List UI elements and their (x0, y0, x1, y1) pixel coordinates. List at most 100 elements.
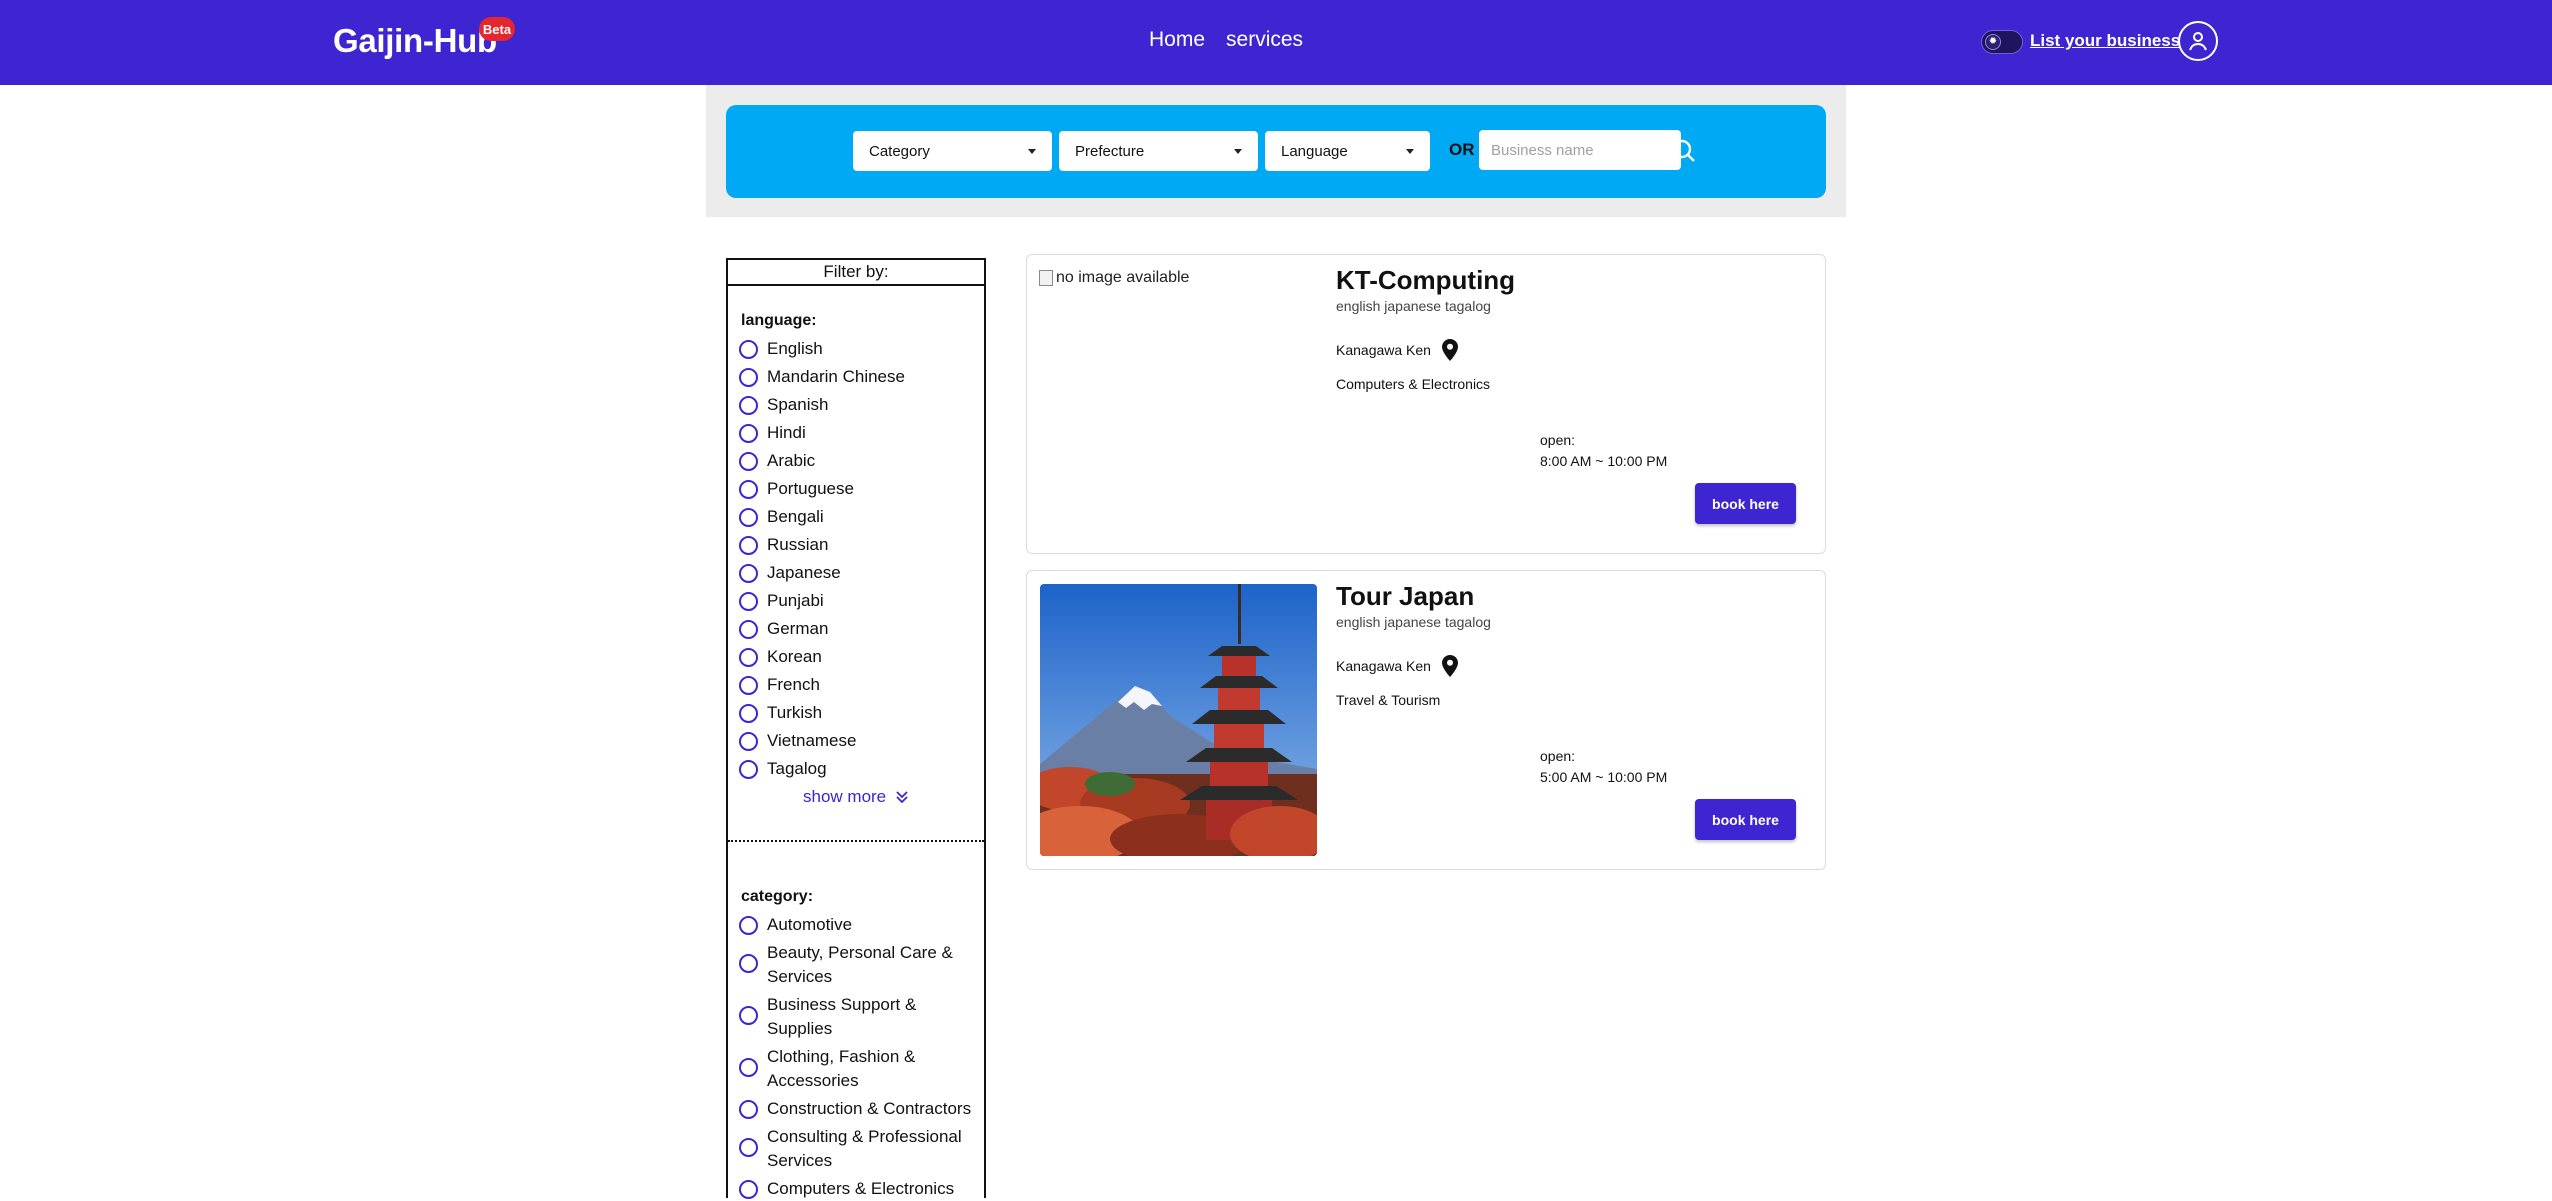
open-label: open: (1540, 748, 1576, 764)
business-card[interactable]: Tour Japan english japanese tagalog Kana… (1026, 570, 1826, 870)
chevron-down-icon (1234, 149, 1242, 154)
business-category: Travel & Tourism (1336, 692, 1441, 708)
beta-badge: Beta (479, 17, 515, 41)
option-label: Arabic (767, 451, 816, 470)
location-text: Kanagawa Ken (1336, 342, 1431, 358)
language-option-vietnamese[interactable]: Vietnamese (739, 729, 975, 753)
business-category: Computers & Electronics (1336, 376, 1491, 392)
checkbox[interactable] (739, 1006, 758, 1025)
category-option-beauty[interactable]: Beauty, Personal Care & Services (739, 941, 975, 989)
checkbox[interactable] (739, 424, 758, 443)
checkbox[interactable] (739, 676, 758, 695)
checkbox[interactable] (739, 1138, 758, 1157)
language-option-german[interactable]: German (739, 617, 975, 641)
search-icon[interactable] (1671, 138, 1697, 164)
option-label: English (767, 339, 823, 358)
checkbox[interactable] (739, 916, 758, 935)
option-label: Computers & Electronics (767, 1179, 955, 1198)
checkbox[interactable] (739, 592, 758, 611)
language-option-russian[interactable]: Russian (739, 533, 975, 557)
language-option-french[interactable]: French (739, 673, 975, 697)
nav-links: Home services (1149, 28, 1303, 52)
broken-image-icon (1039, 270, 1053, 286)
category-option-construction[interactable]: Construction & Contractors (739, 1097, 975, 1121)
language-option-mandarin[interactable]: Mandarin Chinese (739, 365, 975, 389)
option-label: Bengali (767, 507, 824, 526)
checkbox[interactable] (739, 396, 758, 415)
nav-link-services[interactable]: services (1226, 28, 1303, 52)
checkbox[interactable] (739, 508, 758, 527)
prefecture-select[interactable]: Prefecture (1059, 131, 1258, 171)
language-option-turkish[interactable]: Turkish (739, 701, 975, 725)
category-option-computers[interactable]: Computers & Electronics (739, 1177, 975, 1201)
language-option-korean[interactable]: Korean (739, 645, 975, 669)
search-section: Category Prefecture Language OR (706, 85, 1846, 217)
language-option-punjabi[interactable]: Punjabi (739, 589, 975, 613)
language-option-bengali[interactable]: Bengali (739, 505, 975, 529)
option-label: French (767, 675, 820, 694)
checkbox[interactable] (739, 620, 758, 639)
user-icon (2189, 32, 2207, 51)
business-title[interactable]: Tour Japan (1336, 581, 1474, 612)
option-label: Clothing, Fashion & Accessories (767, 1047, 916, 1090)
category-option-business-support[interactable]: Business Support & Supplies (739, 993, 975, 1041)
business-hours: open: 5:00 AM ~ 10:00 PM (1540, 746, 1667, 788)
checkbox[interactable] (739, 954, 758, 973)
filter-panel: Filter by: language: English Mandarin Ch… (726, 258, 986, 1201)
search-bar: Category Prefecture Language OR (726, 105, 1826, 198)
option-label: Mandarin Chinese (767, 367, 905, 386)
map-pin-icon (1441, 655, 1458, 677)
option-label: Automotive (767, 915, 853, 934)
option-label: Punjabi (767, 591, 824, 610)
business-hours: open: 8:00 AM ~ 10:00 PM (1540, 430, 1667, 472)
category-option-clothing[interactable]: Clothing, Fashion & Accessories (739, 1045, 975, 1093)
show-more-link[interactable]: show more (803, 787, 908, 807)
checkbox[interactable] (739, 536, 758, 555)
hours-text: 5:00 AM ~ 10:00 PM (1540, 769, 1668, 785)
image-alt-text: no image available (1056, 269, 1190, 286)
book-button[interactable]: book here (1695, 799, 1796, 840)
user-account-button[interactable] (2178, 21, 2218, 61)
checkbox[interactable] (739, 368, 758, 387)
language-select-label: Language (1281, 143, 1348, 160)
language-option-tagalog[interactable]: Tagalog (739, 757, 975, 781)
checkbox[interactable] (739, 1058, 758, 1077)
chevron-down-icon (1406, 149, 1414, 154)
list-business-link[interactable]: List your business (2030, 31, 2180, 51)
business-image-placeholder: no image available (1039, 269, 1189, 287)
checkbox[interactable] (739, 1100, 758, 1119)
language-option-arabic[interactable]: Arabic (739, 449, 975, 473)
nav-link-home[interactable]: Home (1149, 28, 1205, 52)
checkbox[interactable] (739, 480, 758, 499)
business-name-input[interactable] (1479, 130, 1681, 170)
category-option-automotive[interactable]: Automotive (739, 913, 975, 937)
checkbox[interactable] (739, 452, 758, 471)
language-option-spanish[interactable]: Spanish (739, 393, 975, 417)
book-button[interactable]: book here (1695, 483, 1796, 524)
language-option-english[interactable]: English (739, 337, 975, 361)
checkbox[interactable] (739, 760, 758, 779)
sun-icon: ✹ (1985, 34, 2001, 50)
site-logo[interactable]: Gaijin-Hub (333, 22, 497, 60)
checkbox[interactable] (739, 1180, 758, 1199)
category-option-consulting[interactable]: Consulting & Professional Services (739, 1125, 975, 1173)
hours-text: 8:00 AM ~ 10:00 PM (1540, 453, 1668, 469)
business-card[interactable]: no image available KT-Computing english … (1026, 254, 1826, 554)
business-title[interactable]: KT-Computing (1336, 265, 1515, 296)
checkbox[interactable] (739, 340, 758, 359)
checkbox[interactable] (739, 704, 758, 723)
checkbox[interactable] (739, 564, 758, 583)
language-option-portuguese[interactable]: Portuguese (739, 477, 975, 501)
option-label: German (767, 619, 829, 638)
category-select[interactable]: Category (853, 131, 1052, 171)
language-option-hindi[interactable]: Hindi (739, 421, 975, 445)
option-label: Turkish (767, 703, 823, 722)
category-filter-title: category: (741, 888, 814, 905)
checkbox[interactable] (739, 732, 758, 751)
business-languages: english japanese tagalog (1336, 298, 1491, 314)
business-languages: english japanese tagalog (1336, 614, 1491, 630)
theme-toggle[interactable]: ✹ (1981, 30, 2023, 54)
language-option-japanese[interactable]: Japanese (739, 561, 975, 585)
checkbox[interactable] (739, 648, 758, 667)
language-select[interactable]: Language (1265, 131, 1430, 171)
